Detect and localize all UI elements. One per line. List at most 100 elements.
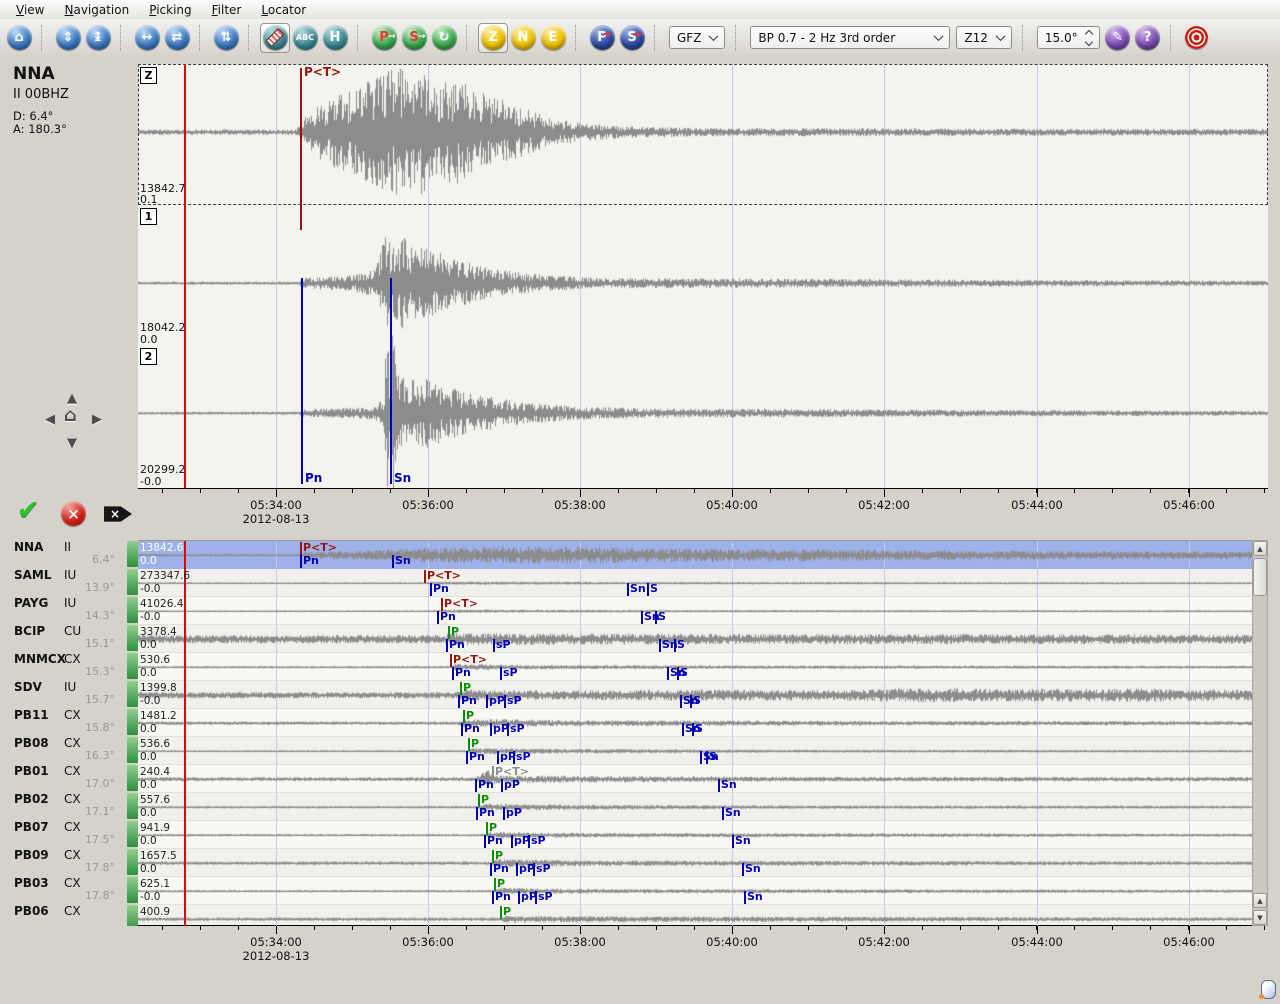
trace-list-scrollbar[interactable]: ▲ ▲ ▼ — [1252, 540, 1268, 926]
component-n-button[interactable]: N — [508, 23, 538, 53]
pick-marker-line[interactable] — [466, 751, 468, 764]
pick-marker-line[interactable] — [437, 611, 439, 624]
confirm-pick-button[interactable]: ✔ — [17, 498, 40, 524]
pick-marker-line[interactable] — [450, 654, 452, 667]
component-e-button[interactable]: E — [538, 23, 568, 53]
pick-marker-line[interactable] — [700, 751, 702, 764]
scroll-down-button[interactable]: ▼ — [1253, 910, 1267, 925]
scroll-up-button[interactable]: ▲ — [1253, 893, 1267, 908]
pick-marker-line[interactable] — [492, 891, 494, 904]
scroll-up-button[interactable]: ▲ — [1253, 541, 1267, 556]
nav-home-button[interactable]: ⌂ — [64, 409, 77, 422]
pick-marker-line[interactable] — [486, 695, 488, 708]
default-scale-button[interactable]: ⇅ — [211, 23, 241, 53]
pick-marker-line[interactable] — [518, 891, 520, 904]
pick-marker-line[interactable] — [461, 723, 463, 736]
menu-view[interactable]: View — [6, 2, 54, 18]
nav-up-button[interactable]: ▲ — [67, 392, 77, 405]
station-code[interactable]: PB08 — [14, 737, 49, 750]
time-fit-button[interactable]: ⇄ — [162, 23, 192, 53]
pick-marker-line[interactable] — [516, 863, 518, 876]
pick-marker-line[interactable] — [458, 695, 460, 708]
pick-marker-line[interactable] — [627, 583, 629, 596]
pick-marker-line[interactable] — [300, 542, 302, 555]
align-tool-button[interactable]: H — [320, 23, 350, 53]
pick-marker-line[interactable] — [722, 807, 724, 820]
pick-marker-line[interactable] — [484, 835, 486, 848]
station-code[interactable]: PB11 — [14, 709, 49, 722]
station-code[interactable]: PAYG — [14, 597, 48, 610]
menu-filter[interactable]: Filter — [202, 2, 252, 18]
amplitude-fit-button[interactable]: ↨ — [83, 23, 113, 53]
pick-marker-line[interactable] — [490, 723, 492, 736]
station-code[interactable]: PB09 — [14, 849, 49, 862]
show-p-traces-button[interactable]: P~ — [587, 23, 617, 53]
pick-marker-line[interactable] — [493, 639, 495, 652]
labels-tool-button[interactable]: ABC — [290, 23, 320, 53]
picker-help-button[interactable]: ? — [1133, 23, 1163, 53]
home-button[interactable]: ⌂ — [4, 23, 34, 53]
pick-marker-line[interactable] — [300, 68, 302, 230]
pick-marker-line[interactable] — [390, 278, 392, 484]
measure-tool-button[interactable] — [260, 23, 290, 53]
pick-marker-line[interactable] — [392, 555, 394, 568]
pick-marker-line[interactable] — [682, 723, 684, 736]
menu-picking[interactable]: Picking — [139, 2, 201, 18]
station-code[interactable]: SDV — [14, 681, 42, 694]
station-code[interactable]: PB02 — [14, 793, 49, 806]
station-code[interactable]: MNMCX — [14, 653, 66, 666]
pick-marker-line[interactable] — [659, 639, 661, 652]
channel-select[interactable]: Z12 — [956, 26, 1012, 49]
station-trace-panel[interactable]: 13842.60.0P<T>PnSn273347.6-0.0P<T>PnSnS4… — [138, 540, 1252, 926]
pick-marker-line[interactable] — [647, 583, 649, 596]
station-code[interactable]: BCIP — [14, 625, 45, 638]
repick-button[interactable]: ↻ — [429, 23, 459, 53]
pick-marker-line[interactable] — [300, 555, 302, 568]
skip-trace-button[interactable]: × — [104, 504, 132, 524]
menu-locator[interactable]: Locator — [251, 2, 316, 18]
station-code[interactable]: SAML — [14, 569, 52, 582]
station-code[interactable]: NNA — [14, 541, 43, 554]
pick-marker-line[interactable] — [475, 779, 477, 792]
pick-marker-line[interactable] — [446, 639, 448, 652]
picker-settings-button[interactable]: ✎ — [1103, 23, 1133, 53]
station-code[interactable]: PB03 — [14, 877, 49, 890]
pick-marker-line[interactable] — [452, 667, 454, 680]
reject-pick-button[interactable]: × — [61, 501, 86, 526]
pick-marker-line[interactable] — [500, 906, 502, 919]
pick-marker-line[interactable] — [641, 611, 643, 624]
pick-marker-line[interactable] — [511, 835, 513, 848]
time-zoom-button[interactable]: ↔ — [132, 23, 162, 53]
spinbox-arrows-icon[interactable] — [1086, 31, 1092, 45]
pick-marker-line[interactable] — [718, 779, 720, 792]
align-on-s-button[interactable]: S→ — [399, 23, 429, 53]
pick-marker-line[interactable] — [424, 570, 426, 583]
nav-left-button[interactable]: ◀ — [45, 413, 55, 426]
pick-marker-line[interactable] — [742, 863, 744, 876]
amplitude-zoom-button[interactable]: ⇕ — [53, 23, 83, 53]
agency-select[interactable]: GFZ — [669, 26, 725, 49]
pick-marker-line[interactable] — [490, 863, 492, 876]
menu-navigation[interactable]: Navigation — [54, 2, 139, 18]
pick-marker-line[interactable] — [501, 779, 503, 792]
align-on-p-button[interactable]: P→ — [369, 23, 399, 53]
pick-marker-line[interactable] — [430, 583, 432, 596]
component-z-button[interactable]: Z — [478, 23, 508, 53]
filter-select[interactable]: BP 0.7 - 2 Hz 3rd order — [750, 26, 950, 49]
nav-right-button[interactable]: ▶ — [92, 413, 102, 426]
zoom-trace-panel[interactable]: Z 1 2 13842.7 0.1 18042.2 0.0 20299.2 -0… — [138, 64, 1268, 488]
pick-marker-line[interactable] — [732, 835, 734, 848]
show-s-traces-button[interactable]: S~ — [617, 23, 647, 53]
station-code[interactable]: PB07 — [14, 821, 49, 834]
scrollbar-thumb[interactable] — [1253, 558, 1267, 596]
nav-down-button[interactable]: ▼ — [67, 437, 77, 450]
station-code[interactable]: PB06 — [14, 905, 49, 918]
pick-marker-line[interactable] — [667, 667, 669, 680]
pick-marker-line[interactable] — [500, 667, 502, 680]
pick-marker-line[interactable] — [680, 695, 682, 708]
pick-marker-line[interactable] — [497, 751, 499, 764]
rotation-spinbox[interactable]: 15.0° — [1037, 26, 1100, 49]
station-code[interactable]: PB01 — [14, 765, 49, 778]
pick-marker-line[interactable] — [476, 807, 478, 820]
relocate-button[interactable] — [1182, 23, 1212, 53]
